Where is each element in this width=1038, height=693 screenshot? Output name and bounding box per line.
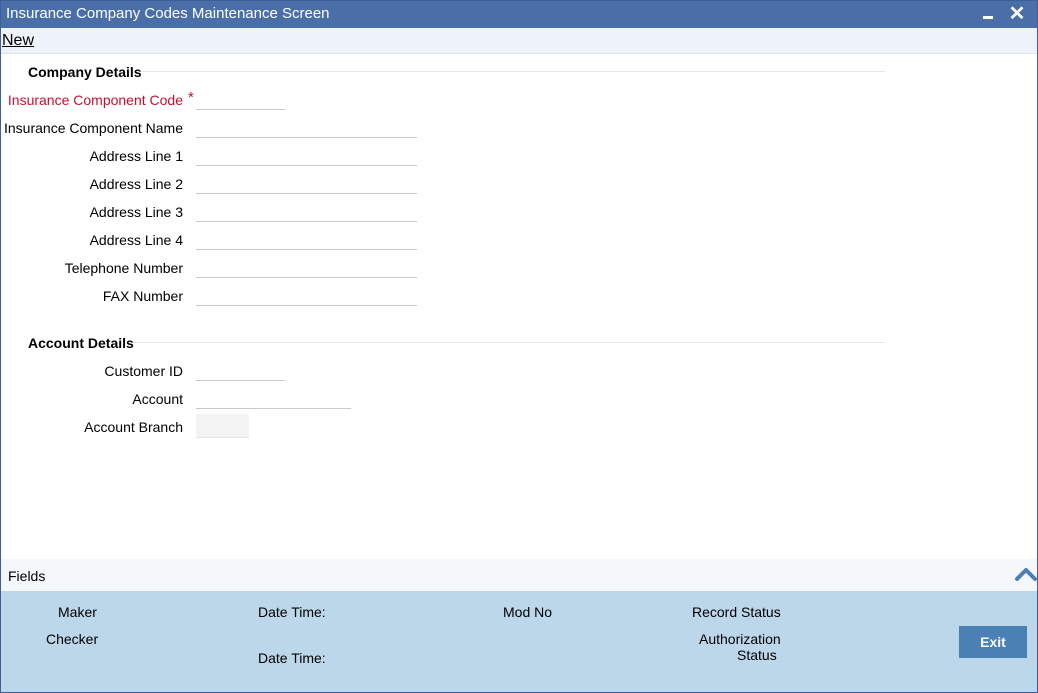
section-divider bbox=[133, 342, 885, 343]
account-label: Account bbox=[132, 391, 183, 407]
maker-date-time-label: Date Time: bbox=[258, 604, 326, 620]
company-details-heading: Company Details bbox=[28, 64, 142, 80]
audit-footer: Maker Checker Date Time: Date Time: Mod … bbox=[1, 591, 1037, 692]
address-line-3-input[interactable] bbox=[196, 200, 417, 222]
insurance-component-code-label: Insurance Component Code bbox=[7, 92, 183, 108]
chevron-up-icon[interactable] bbox=[1014, 564, 1038, 584]
fields-label[interactable]: Fields bbox=[8, 568, 45, 584]
fields-bar: Fields bbox=[1, 559, 1037, 591]
new-link[interactable]: New bbox=[2, 32, 34, 50]
address-line-1-label: Address Line 1 bbox=[89, 148, 183, 164]
window-title: Insurance Company Codes Maintenance Scre… bbox=[6, 5, 330, 22]
exit-button[interactable]: Exit bbox=[959, 626, 1027, 658]
address-line-1-input[interactable] bbox=[196, 144, 417, 166]
address-line-2-input[interactable] bbox=[196, 172, 417, 194]
minimize-icon[interactable] bbox=[977, 1, 999, 27]
required-asterisk: * bbox=[188, 89, 194, 106]
section-divider bbox=[141, 71, 885, 72]
address-line-3-label: Address Line 3 bbox=[89, 204, 183, 220]
telephone-number-input[interactable] bbox=[196, 256, 417, 278]
address-line-4-input[interactable] bbox=[196, 228, 417, 250]
account-details-heading: Account Details bbox=[28, 335, 134, 351]
close-icon[interactable]: ✕ bbox=[1006, 1, 1028, 27]
customer-id-label: Customer ID bbox=[104, 363, 183, 379]
authorization-status-label-line2: Status bbox=[737, 647, 777, 663]
account-branch-input[interactable] bbox=[196, 414, 249, 438]
insurance-component-code-input[interactable] bbox=[196, 88, 285, 110]
insurance-component-name-label: Insurance Component Name bbox=[4, 120, 183, 136]
authorization-status-label: Authorization bbox=[699, 631, 781, 647]
toolbar: New bbox=[1, 28, 1037, 54]
checker-label: Checker bbox=[46, 631, 99, 647]
checker-date-time-label: Date Time: bbox=[258, 650, 326, 666]
insurance-component-name-input[interactable] bbox=[196, 116, 417, 138]
address-line-4-label: Address Line 4 bbox=[89, 232, 183, 248]
mod-no-label: Mod No bbox=[503, 604, 553, 620]
account-input[interactable] bbox=[196, 387, 351, 409]
telephone-number-label: Telephone Number bbox=[64, 260, 183, 276]
fax-number-input[interactable] bbox=[196, 284, 417, 306]
account-branch-label: Account Branch bbox=[84, 419, 183, 435]
fax-number-label: FAX Number bbox=[102, 288, 183, 304]
maker-label: Maker bbox=[58, 604, 97, 620]
customer-id-input[interactable] bbox=[196, 359, 285, 381]
address-line-2-label: Address Line 2 bbox=[89, 176, 183, 192]
record-status-label: Record Status bbox=[692, 604, 781, 620]
maintenance-window: Insurance Company Codes Maintenance Scre… bbox=[0, 0, 1038, 693]
title-bar: Insurance Company Codes Maintenance Scre… bbox=[1, 1, 1037, 28]
